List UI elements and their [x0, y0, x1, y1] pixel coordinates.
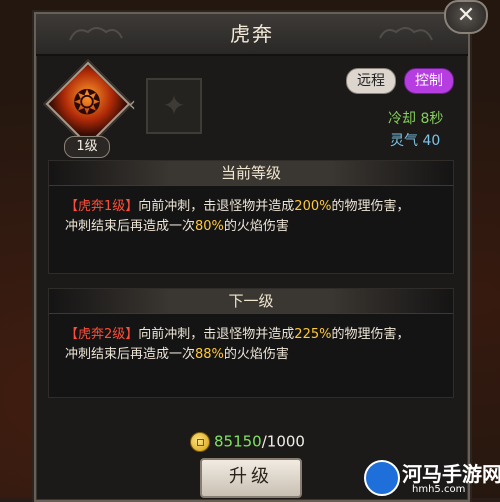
current-level-section: 当前等级 【虎奔1级】向前冲刺，击退怪物并造成200%的物理伤害， 冲刺结束后再… [48, 160, 454, 274]
desc-text: 的物理伤害， [331, 199, 410, 214]
next-level-description: 【虎奔2级】向前冲刺，击退怪物并造成225%的物理伤害， 冲刺结束后再造成一次8… [65, 325, 441, 365]
watermark-title: 河马手游网 [402, 462, 500, 486]
skill-level-badge: 1级 [64, 136, 110, 158]
dialog-title-bar: 虎奔 [36, 14, 468, 56]
close-button[interactable]: ✕ [444, 0, 488, 34]
site-watermark: 河马手游网 hmh5.com [364, 458, 500, 498]
skill-name-level: 【虎奔2级】 [65, 327, 139, 342]
desc-text: 冲刺结束后再造成一次 [65, 347, 196, 362]
upgrade-cost: 85150/1000 [190, 432, 305, 452]
desc-number: 80% [195, 219, 224, 234]
coin-required: /1000 [261, 432, 305, 451]
dialog-title: 虎奔 [230, 22, 274, 46]
current-level-description: 【虎奔1级】向前冲刺，击退怪物并造成200%的物理伤害， 冲刺结束后再造成一次8… [65, 197, 441, 237]
coin-owned: 85150 [214, 432, 262, 451]
tag-ranged: 远程 [346, 68, 396, 94]
hippo-logo-icon [364, 460, 400, 496]
desc-text: 冲刺结束后再造成一次 [65, 219, 196, 234]
tag-control: 控制 [404, 68, 454, 94]
desc-text: 向前冲刺，击退怪物并造成 [138, 327, 295, 342]
next-level-section: 下一级 【虎奔2级】向前冲刺，击退怪物并造成225%的物理伤害， 冲刺结束后再造… [48, 288, 454, 398]
desc-text: 向前冲刺，击退怪物并造成 [138, 199, 295, 214]
watermark-url: hmh5.com [412, 484, 466, 495]
chevron-left-icon: ‹ [128, 92, 136, 116]
current-level-header: 当前等级 [49, 161, 453, 186]
cloud-ornament-icon [379, 27, 433, 41]
next-level-header: 下一级 [49, 289, 453, 314]
cooldown-text: 冷却 8秒 [388, 111, 444, 127]
close-icon: ✕ [456, 3, 476, 28]
tiger-skill-icon: ❂ [72, 83, 102, 123]
desc-number: 88% [195, 347, 224, 362]
skill-icon-slot[interactable]: ❂ [45, 61, 131, 147]
desc-text: 的火焰伤害 [223, 347, 289, 362]
skill-name-level: 【虎奔1级】 [65, 199, 139, 214]
desc-number: 225% [294, 327, 332, 342]
desc-number: 200% [294, 199, 332, 214]
coin-icon [190, 432, 210, 452]
desc-text: 的火焰伤害 [223, 219, 289, 234]
spirit-cost-text: 灵气 40 [390, 133, 441, 149]
cloud-ornament-icon [69, 27, 123, 41]
desc-text: 的物理伤害， [331, 327, 410, 342]
dark-skill-icon: ✦ [162, 89, 186, 122]
next-skill-slot[interactable]: ✦ [146, 78, 202, 134]
upgrade-button[interactable]: 升级 [200, 458, 302, 498]
